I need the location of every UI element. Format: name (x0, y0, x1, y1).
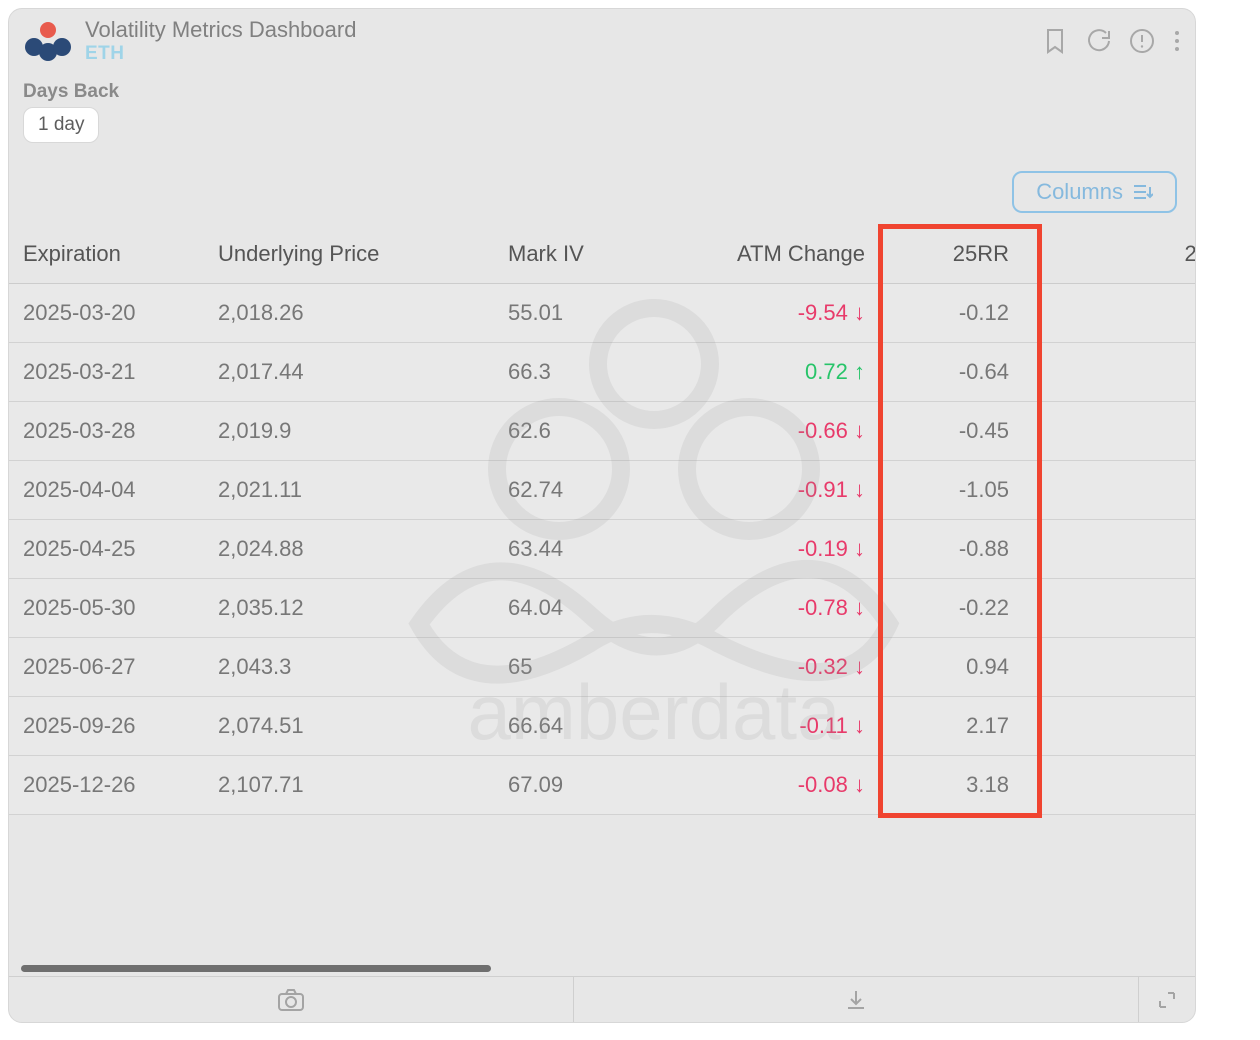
cell-mark-iv: 62.74 (494, 461, 699, 520)
cell-25rr: 3.18 (879, 756, 1039, 815)
table-row[interactable]: 2025-12-262,107.7167.09-0.083.180.61 (9, 756, 1195, 815)
cell-mark-iv: 64.04 (494, 579, 699, 638)
more-menu-icon[interactable] (1173, 28, 1181, 54)
cell-25rr: -0.64 (879, 343, 1039, 402)
cell-mark-iv: 66.64 (494, 697, 699, 756)
cell-mark-iv: 67.09 (494, 756, 699, 815)
table-row[interactable]: 2025-04-042,021.1162.74-0.91-1.050.55 (9, 461, 1195, 520)
cell-atm-change: -0.32 (699, 638, 879, 697)
cell-25rr: -0.88 (879, 520, 1039, 579)
cell-25rr: 0.94 (879, 638, 1039, 697)
cell-expiration: 2025-05-30 (9, 579, 204, 638)
table-row[interactable]: 2025-03-282,019.962.6-0.66-0.451.21 (9, 402, 1195, 461)
cell-underlying: 2,024.88 (204, 520, 494, 579)
cell-25rr: -0.45 (879, 402, 1039, 461)
cell-25rr-change: 1.00 (1039, 579, 1195, 638)
days-back-select[interactable]: 1 day (23, 107, 99, 143)
expand-button[interactable] (1139, 977, 1195, 1022)
cell-25rr-change: 1.21 (1039, 402, 1195, 461)
col-header-mark-iv[interactable]: Mark IV (494, 225, 699, 284)
footer-toolbar (9, 976, 1195, 1022)
vol-metrics-table: ExpirationUnderlying PriceMark IVATM Cha… (9, 225, 1195, 815)
cell-atm-change: -0.78 (699, 579, 879, 638)
cell-25rr-change: 0.52 (1039, 697, 1195, 756)
col-header-expiration[interactable]: Expiration (9, 225, 204, 284)
cell-25rr-change: 1.08 (1039, 638, 1195, 697)
cell-underlying: 2,035.12 (204, 579, 494, 638)
cell-atm-change: -0.19 (699, 520, 879, 579)
col-header-25rr-ch[interactable]: 25RR Ch (1039, 225, 1195, 284)
col-header-25rr[interactable]: 25RR (879, 225, 1039, 284)
cell-atm-change: -0.91 (699, 461, 879, 520)
cell-expiration: 2025-12-26 (9, 756, 204, 815)
table-row[interactable]: 2025-03-202,018.2655.01-9.54-0.122.43 (9, 284, 1195, 343)
columns-button[interactable]: Columns (1012, 171, 1177, 213)
table-row[interactable]: 2025-09-262,074.5166.64-0.112.170.52 (9, 697, 1195, 756)
asset-symbol: ETH (85, 43, 356, 65)
table-row[interactable]: 2025-04-252,024.8863.44-0.19-0.881.07 (9, 520, 1195, 579)
cell-underlying: 2,019.9 (204, 402, 494, 461)
brand-logo (23, 19, 73, 63)
cell-atm-change: -9.54 (699, 284, 879, 343)
cell-underlying: 2,074.51 (204, 697, 494, 756)
cell-25rr: -1.05 (879, 461, 1039, 520)
days-back-label: Days Back (23, 81, 1181, 103)
cell-mark-iv: 65 (494, 638, 699, 697)
cell-underlying: 2,107.71 (204, 756, 494, 815)
col-header-underlying-price[interactable]: Underlying Price (204, 225, 494, 284)
cell-underlying: 2,017.44 (204, 343, 494, 402)
cell-mark-iv: 66.3 (494, 343, 699, 402)
cell-25rr: -0.12 (879, 284, 1039, 343)
cell-expiration: 2025-06-27 (9, 638, 204, 697)
horizontal-scrollbar[interactable] (21, 965, 491, 972)
cell-expiration: 2025-04-25 (9, 520, 204, 579)
cell-expiration: 2025-04-04 (9, 461, 204, 520)
cell-mark-iv: 62.6 (494, 402, 699, 461)
cell-expiration: 2025-03-20 (9, 284, 204, 343)
cell-underlying: 2,043.3 (204, 638, 494, 697)
table-row[interactable]: 2025-03-212,017.4466.30.72-0.642.64 (9, 343, 1195, 402)
cell-25rr: -0.22 (879, 579, 1039, 638)
refresh-icon[interactable] (1085, 28, 1111, 54)
cell-25rr-change: 2.43 (1039, 284, 1195, 343)
cell-expiration: 2025-09-26 (9, 697, 204, 756)
cell-underlying: 2,018.26 (204, 284, 494, 343)
cell-underlying: 2,021.11 (204, 461, 494, 520)
cell-expiration: 2025-03-28 (9, 402, 204, 461)
filter-bar: Days Back 1 day (9, 81, 1195, 151)
page-title: Volatility Metrics Dashboard (85, 17, 356, 43)
cell-atm-change: -0.11 (699, 697, 879, 756)
screenshot-button[interactable] (9, 977, 574, 1022)
panel-header: Volatility Metrics Dashboard ETH (9, 9, 1195, 81)
cell-atm-change: 0.72 (699, 343, 879, 402)
table-row[interactable]: 2025-05-302,035.1264.04-0.78-0.221.00 (9, 579, 1195, 638)
col-header-atm-change[interactable]: ATM Change (699, 225, 879, 284)
dashboard-panel: Volatility Metrics Dashboard ETH Days Ba… (8, 8, 1196, 1023)
cell-25rr-change: 0.55 (1039, 461, 1195, 520)
cell-expiration: 2025-03-21 (9, 343, 204, 402)
cell-25rr-change: 2.64 (1039, 343, 1195, 402)
cell-25rr-change: 1.07 (1039, 520, 1195, 579)
cell-25rr-change: 0.61 (1039, 756, 1195, 815)
cell-atm-change: -0.66 (699, 402, 879, 461)
bookmark-icon[interactable] (1043, 28, 1067, 54)
alert-icon[interactable] (1129, 28, 1155, 54)
download-button[interactable] (574, 977, 1139, 1022)
cell-25rr: 2.17 (879, 697, 1039, 756)
cell-mark-iv: 63.44 (494, 520, 699, 579)
cell-mark-iv: 55.01 (494, 284, 699, 343)
cell-atm-change: -0.08 (699, 756, 879, 815)
columns-button-label: Columns (1036, 179, 1123, 205)
table-row[interactable]: 2025-06-272,043.365-0.320.941.08 (9, 638, 1195, 697)
